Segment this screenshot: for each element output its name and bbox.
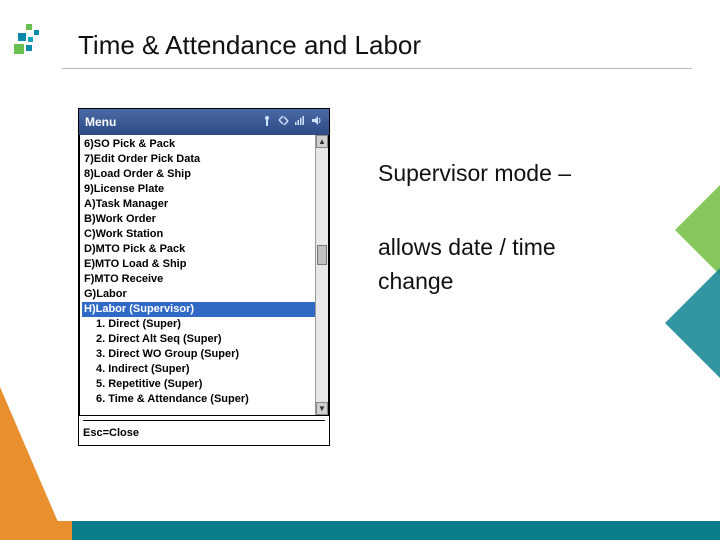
volume-icon: [312, 115, 323, 129]
scroll-up-button[interactable]: ▲: [316, 135, 328, 148]
decoration-teal-triangle: [665, 268, 720, 378]
submenu-item[interactable]: 6. Time & Attendance (Super): [82, 392, 316, 407]
scroll-thumb[interactable]: [317, 245, 327, 265]
menu-list: 6)SO Pick & Pack7)Edit Order Pick Data8)…: [80, 135, 328, 415]
window-footer: Esc=Close: [79, 416, 329, 445]
menu-item[interactable]: 7)Edit Order Pick Data: [82, 152, 316, 167]
sync-icon: [278, 115, 289, 129]
submenu-item[interactable]: 4. Indirect (Super): [82, 362, 316, 377]
menu-item[interactable]: G)Labor: [82, 287, 316, 302]
decoration-bottom-bar: [0, 521, 720, 540]
menu-item[interactable]: A)Task Manager: [82, 197, 316, 212]
submenu-item[interactable]: 1. Direct (Super): [82, 317, 316, 332]
submenu-item[interactable]: 5. Repetitive (Super): [82, 377, 316, 392]
app-logo: [12, 22, 46, 56]
menu-body: 6)SO Pick & Pack7)Edit Order Pick Data8)…: [79, 135, 329, 416]
scrollbar[interactable]: ▲ ▼: [315, 135, 328, 415]
menu-item[interactable]: B)Work Order: [82, 212, 316, 227]
page-title: Time & Attendance and Labor: [78, 30, 421, 61]
menu-item[interactable]: C)Work Station: [82, 227, 316, 242]
decoration-green-triangle: [675, 185, 720, 275]
menu-item[interactable]: D)MTO Pick & Pack: [82, 242, 316, 257]
caption-line-1: Supervisor mode –: [378, 160, 571, 187]
menu-item[interactable]: F)MTO Receive: [82, 272, 316, 287]
menu-item[interactable]: E)MTO Load & Ship: [82, 257, 316, 272]
title-divider: [62, 68, 692, 69]
submenu-item[interactable]: 3. Direct WO Group (Super): [82, 347, 316, 362]
menu-window: Menu 6)SO Pick & Pack7)Edit Order Pick D…: [78, 108, 330, 446]
menu-item[interactable]: H)Labor (Supervisor): [82, 302, 316, 317]
menu-item[interactable]: 9)License Plate: [82, 182, 316, 197]
window-title: Menu: [85, 115, 116, 129]
signal-icon: [262, 115, 272, 130]
caption-line-3: change: [378, 268, 453, 295]
scroll-down-button[interactable]: ▼: [316, 402, 328, 415]
decoration-orange-triangle: [0, 387, 58, 522]
submenu-item[interactable]: 2. Direct Alt Seq (Super): [82, 332, 316, 347]
footer-divider: [83, 420, 325, 421]
footer-hint: Esc=Close: [83, 427, 325, 439]
wifi-icon: [295, 115, 306, 129]
status-icons: [262, 115, 323, 130]
caption-line-2: allows date / time: [378, 234, 556, 261]
window-titlebar: Menu: [79, 109, 329, 135]
menu-item[interactable]: 8)Load Order & Ship: [82, 167, 316, 182]
menu-item[interactable]: 6)SO Pick & Pack: [82, 137, 316, 152]
